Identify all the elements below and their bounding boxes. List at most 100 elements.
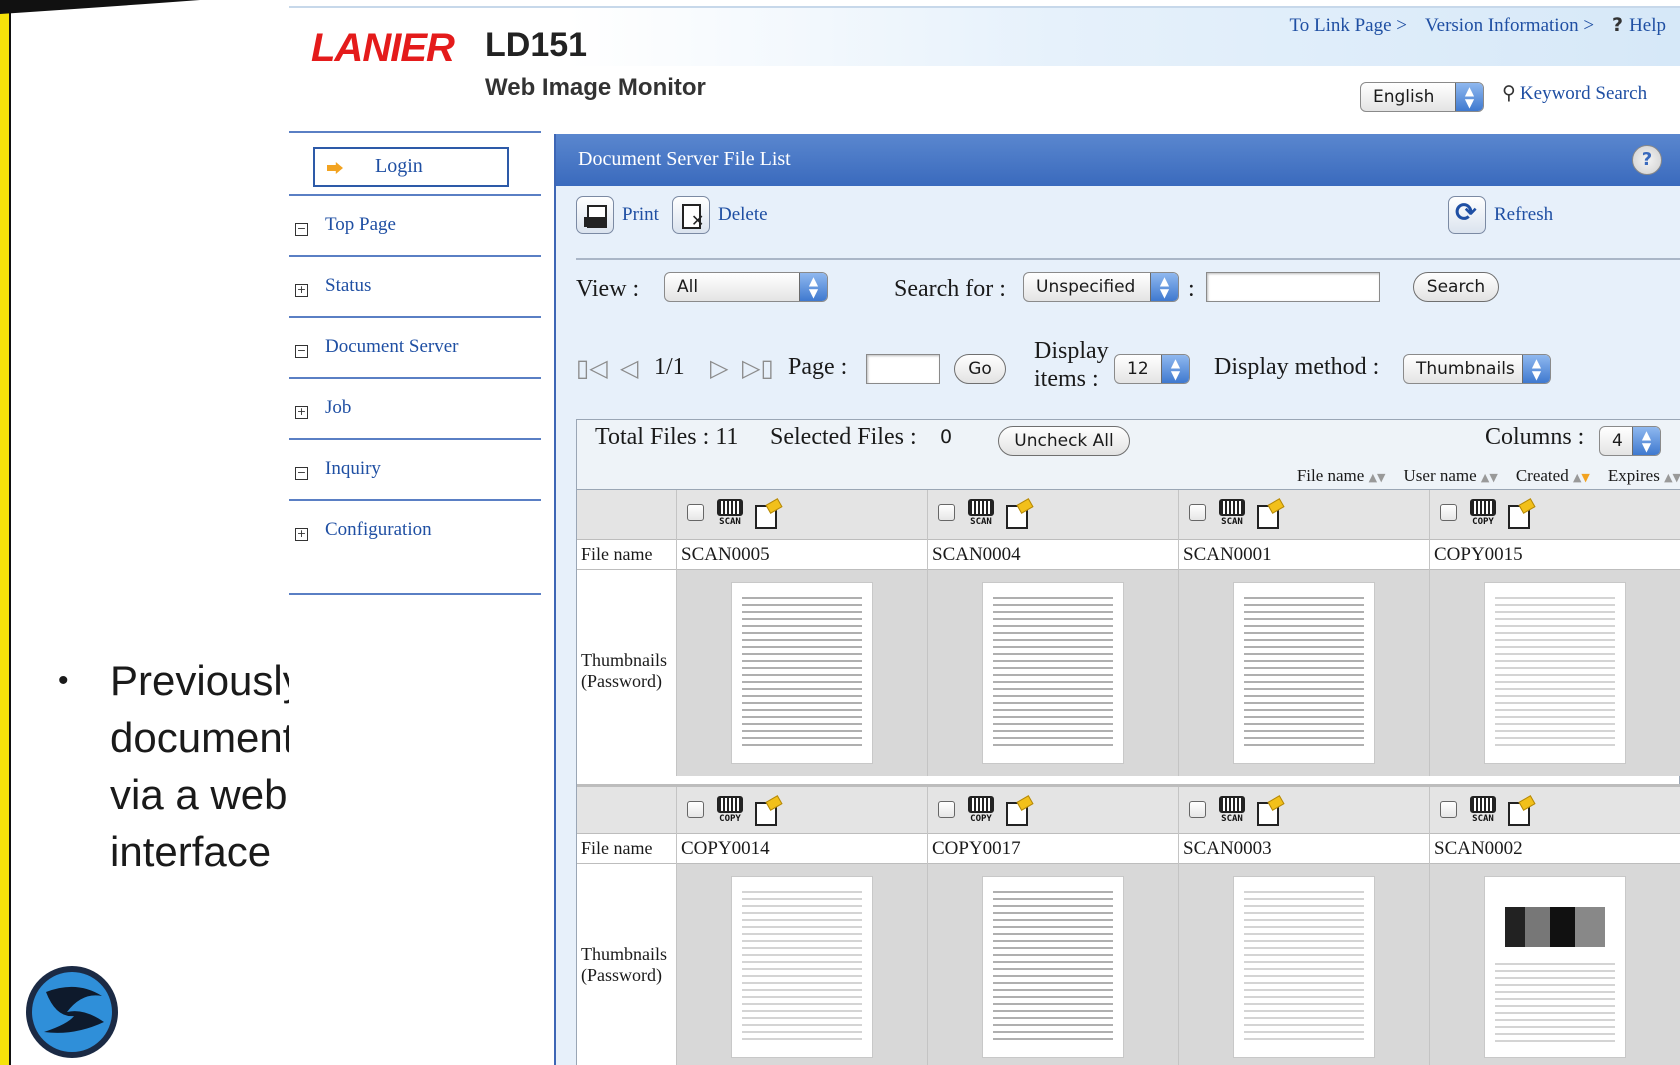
expand-icon: + [295, 405, 308, 419]
thumbnail-cell [928, 570, 1179, 776]
delete-label: Delete [718, 204, 768, 225]
document-thumbnail[interactable] [1233, 876, 1375, 1058]
delete-icon [672, 196, 710, 234]
file-checkbox[interactable] [1440, 801, 1457, 818]
edit-properties-icon[interactable] [1506, 499, 1534, 529]
nav-item-inquiry[interactable]: − Inquiry [289, 438, 541, 500]
select-spinner-icon: ▲ ▼ [1522, 355, 1550, 383]
thumbnail-cell [1430, 864, 1680, 1065]
document-thumbnail[interactable] [982, 582, 1124, 764]
file-checkbox[interactable] [938, 801, 955, 818]
nav-top-rule [289, 131, 541, 133]
file-name-cell[interactable]: COPY0015 [1430, 540, 1680, 570]
panel-header: Document Server File List ? [556, 134, 1680, 186]
sort-user-name[interactable]: User name ▲▼ [1404, 466, 1498, 486]
file-row-controls: COPY COPY SCAN SCAN [577, 784, 1680, 837]
keyword-search-label: Keyword Search [1519, 83, 1648, 104]
file-checkbox[interactable] [938, 504, 955, 521]
help-link[interactable]: ? Help [1612, 14, 1666, 37]
empty-label-cell [577, 787, 677, 837]
document-thumbnail[interactable] [1233, 582, 1375, 764]
file-name-cell[interactable]: SCAN0001 [1179, 540, 1430, 570]
version-info-link[interactable]: Version Information > [1425, 15, 1594, 37]
edit-properties-icon[interactable] [753, 499, 781, 529]
empty-label-cell [577, 490, 677, 540]
login-button[interactable]: Login [313, 147, 509, 187]
nav-item-status[interactable]: + Status [289, 255, 541, 317]
file-name-cell[interactable]: SCAN0002 [1430, 834, 1680, 864]
nav-item-job[interactable]: + Job [289, 377, 541, 439]
uncheck-all-button[interactable]: Uncheck All [998, 426, 1130, 456]
edit-properties-icon[interactable] [1255, 499, 1283, 529]
file-cell-controls: SCAN [928, 490, 1179, 540]
language-select[interactable]: English ▲ ▼ [1360, 82, 1484, 112]
file-checkbox[interactable] [1189, 801, 1206, 818]
sort-expires[interactable]: Expires ▲▼ [1608, 466, 1680, 486]
file-cell-controls: SCAN [677, 490, 928, 540]
link-page-link[interactable]: To Link Page > [1289, 15, 1407, 37]
view-select[interactable]: All ▲ ▼ [664, 272, 828, 302]
search-button[interactable]: Search [1413, 272, 1499, 302]
print-button[interactable]: Print [576, 196, 659, 234]
go-button[interactable]: Go [954, 354, 1006, 384]
document-text-lines [1495, 597, 1615, 749]
document-thumbnail[interactable] [1484, 876, 1626, 1058]
edit-properties-icon[interactable] [753, 796, 781, 826]
page-input[interactable] [866, 354, 940, 384]
document-text-lines [1495, 963, 1615, 1043]
copier-icon: COPY [713, 796, 747, 824]
display-items-select[interactable]: 12 ▲ ▼ [1114, 354, 1190, 384]
edit-properties-icon[interactable] [1255, 796, 1283, 826]
file-name-cell[interactable]: SCAN0003 [1179, 834, 1430, 864]
nav-item-top-page[interactable]: − Top Page [289, 194, 541, 256]
first-page-icon[interactable]: ▯◁ [576, 354, 608, 382]
nav-item-label: Top Page [325, 214, 396, 235]
search-for-select[interactable]: Unspecified ▲ ▼ [1023, 272, 1179, 302]
nav-item-label: Configuration [325, 519, 432, 540]
file-row-controls: SCAN SCAN SCAN COPY [577, 490, 1680, 540]
search-icon: ⚲ [1502, 82, 1516, 104]
view-search-row: View : All ▲ ▼ Search for : Unspecified ▲… [576, 272, 1676, 312]
login-label: Login [375, 155, 423, 177]
delete-button[interactable]: Delete [672, 196, 768, 234]
file-checkbox[interactable] [1440, 504, 1457, 521]
refresh-button[interactable]: Refresh [1448, 196, 1553, 234]
document-thumbnail[interactable] [1484, 582, 1626, 764]
search-input[interactable] [1206, 272, 1380, 302]
document-thumbnail[interactable] [731, 876, 873, 1058]
slide-corner-swoosh [0, 0, 200, 14]
file-name-cell[interactable]: SCAN0004 [928, 540, 1179, 570]
file-name-row-label: File name [577, 540, 677, 570]
file-name-cell[interactable]: SCAN0005 [677, 540, 928, 570]
next-page-icon[interactable]: ▷ [710, 354, 728, 382]
file-cell-controls: COPY [1430, 490, 1680, 540]
document-thumbnail[interactable] [982, 876, 1124, 1058]
app-subtitle: Web Image Monitor [485, 74, 706, 101]
select-spinner-icon: ▲ ▼ [799, 273, 827, 301]
file-checkbox[interactable] [1189, 504, 1206, 521]
printer-icon [576, 196, 614, 234]
previous-page-icon[interactable]: ◁ [620, 354, 638, 382]
file-checkbox[interactable] [687, 504, 704, 521]
help-circle-icon[interactable]: ? [1632, 145, 1662, 175]
file-checkbox[interactable] [687, 801, 704, 818]
search-for-value: Unspecified [1036, 277, 1136, 297]
display-method-select[interactable]: Thumbnails ▲ ▼ [1403, 354, 1551, 384]
keyword-search-link[interactable]: ⚲ Keyword Search [1502, 82, 1647, 105]
file-name-cell[interactable]: COPY0017 [928, 834, 1179, 864]
columns-select[interactable]: 4 ▲ ▼ [1599, 426, 1661, 456]
document-thumbnail[interactable] [731, 582, 873, 764]
edit-properties-icon[interactable] [1004, 499, 1032, 529]
nav-item-document-server[interactable]: − Document Server [289, 316, 541, 378]
file-cell-controls: COPY [928, 787, 1179, 837]
document-text-lines [1244, 597, 1364, 749]
file-name-cell[interactable]: COPY0014 [677, 834, 928, 864]
sort-file-name[interactable]: File name ▲▼ [1297, 466, 1386, 486]
last-page-icon[interactable]: ▷▯ [742, 354, 774, 382]
file-name-row: File name SCAN0005 SCAN0004 SCAN0001 COP… [577, 540, 1680, 570]
collapse-icon: − [295, 466, 308, 480]
nav-item-configuration[interactable]: + Configuration [289, 499, 541, 561]
sort-created[interactable]: Created ▲▼ [1516, 466, 1590, 486]
edit-properties-icon[interactable] [1506, 796, 1534, 826]
edit-properties-icon[interactable] [1004, 796, 1032, 826]
